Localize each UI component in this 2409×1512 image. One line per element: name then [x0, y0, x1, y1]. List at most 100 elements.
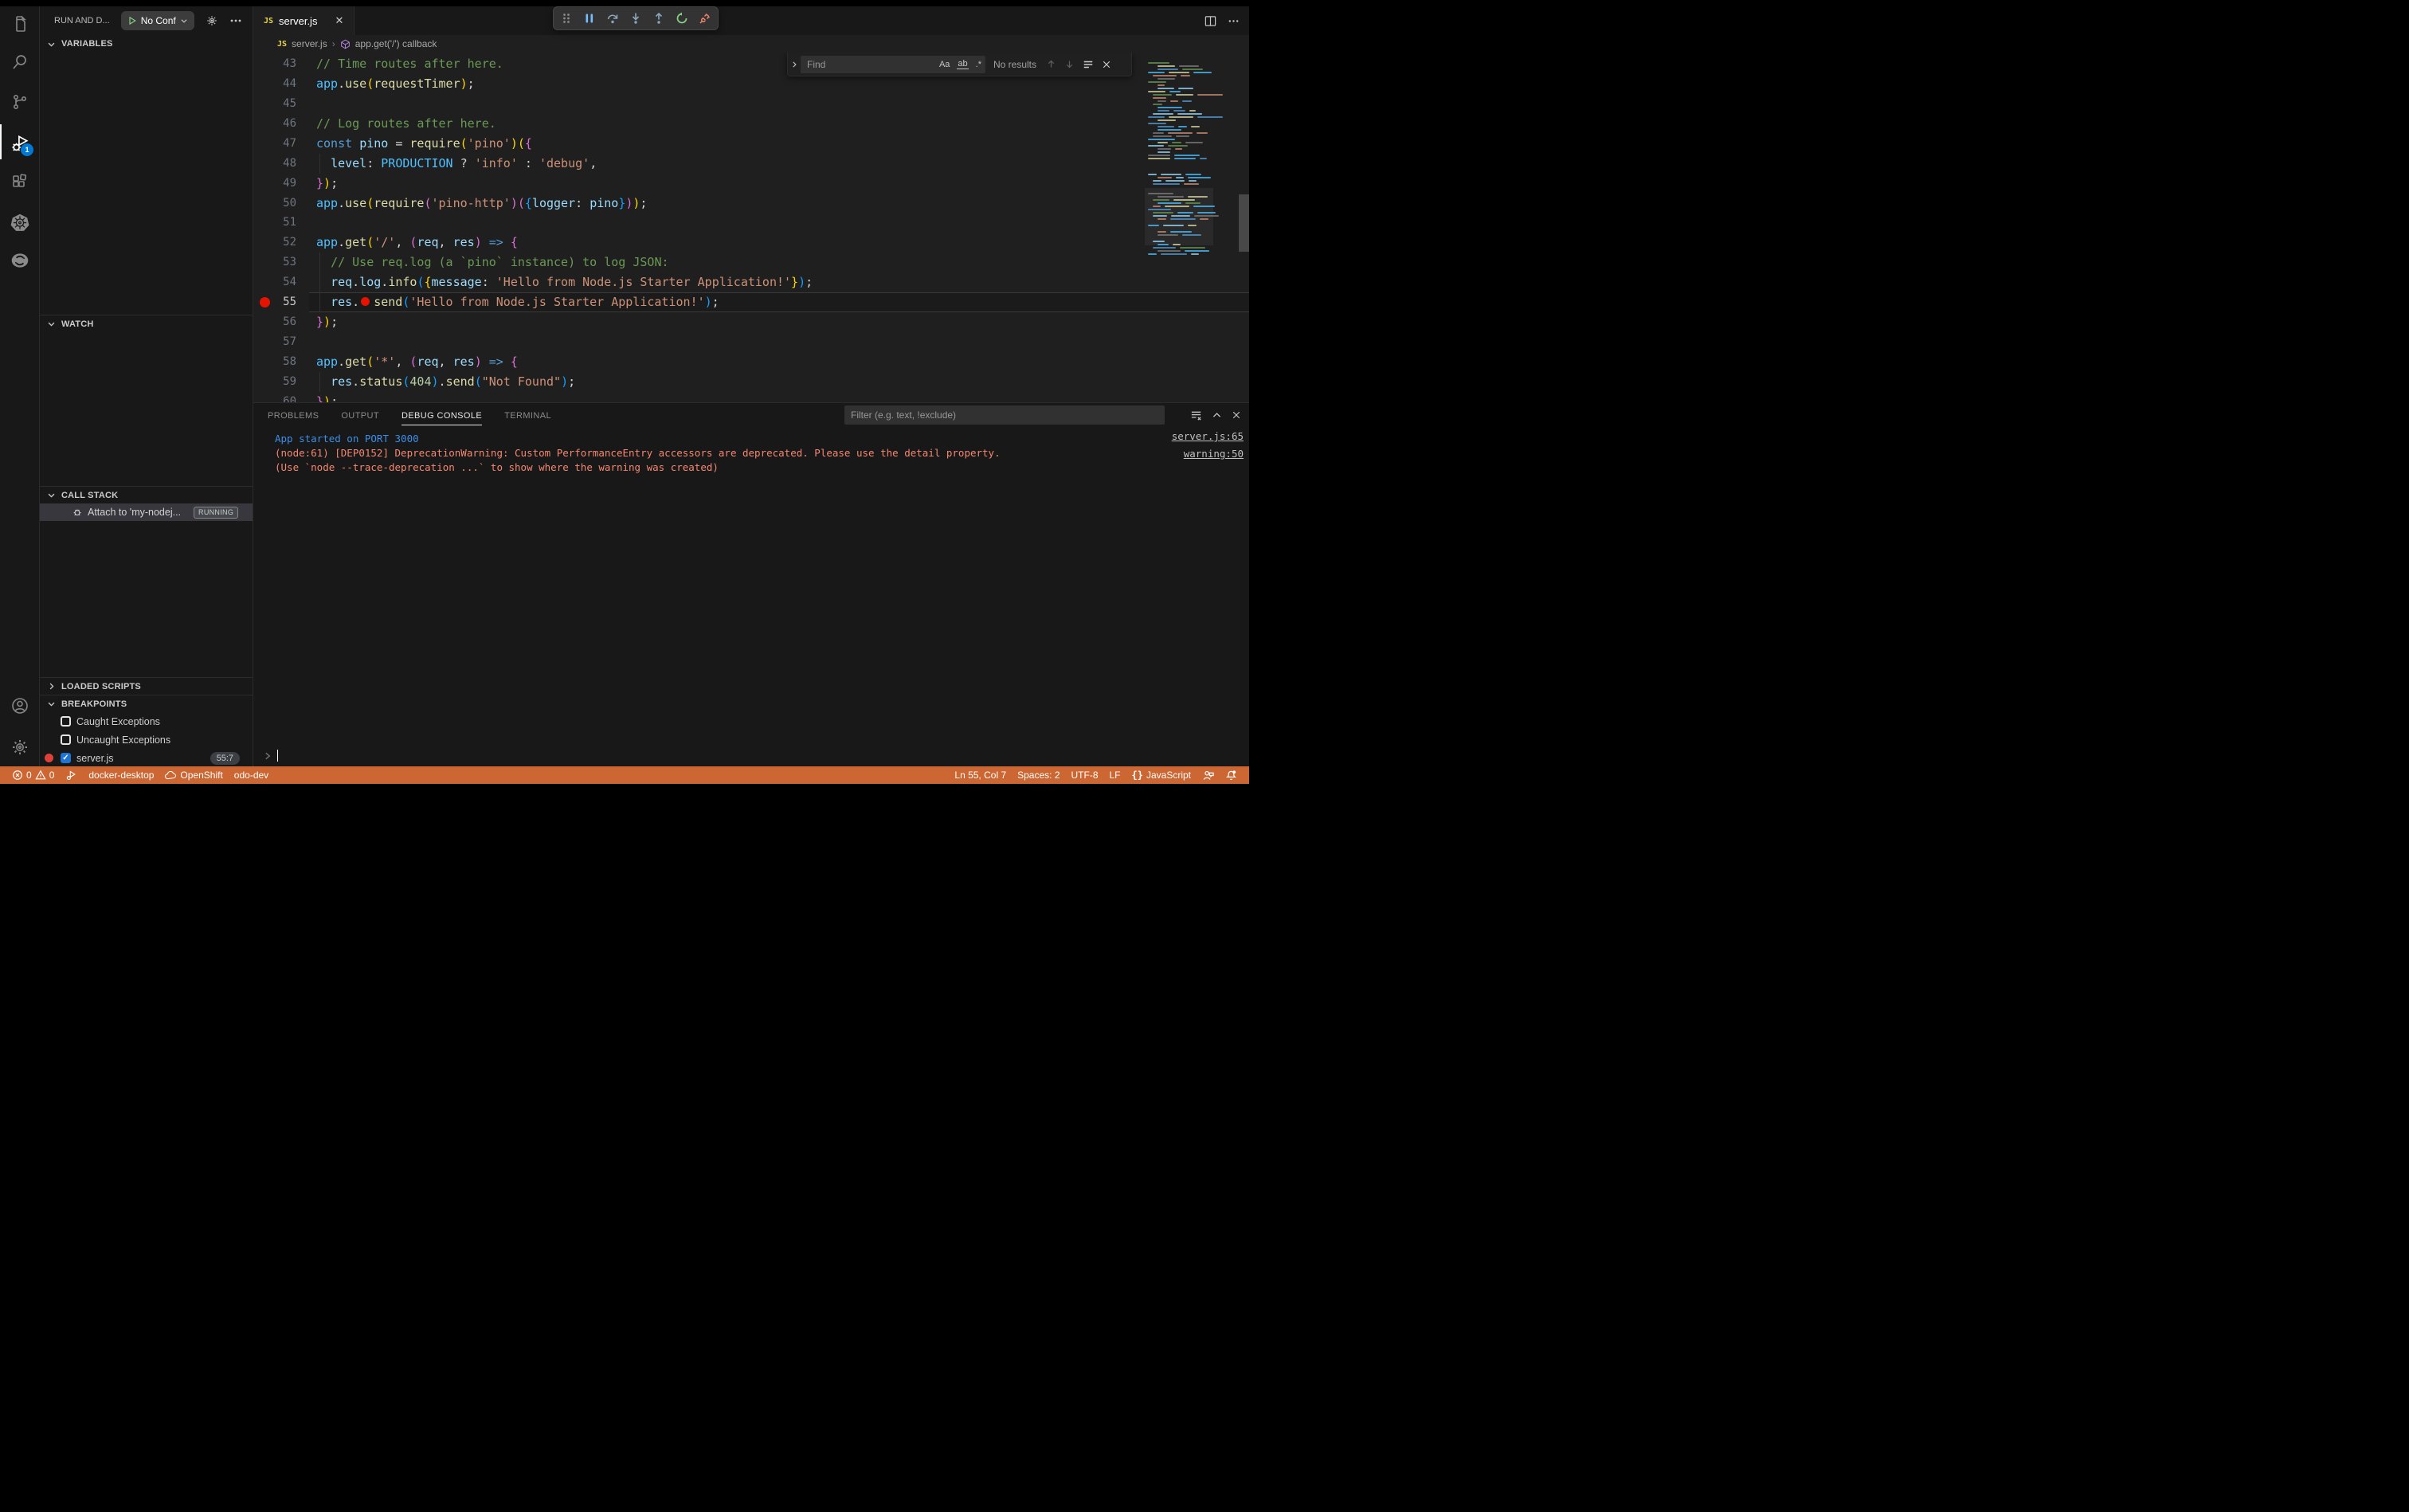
scrollbar-thumb[interactable] [1239, 194, 1249, 252]
line-number[interactable]: 46 [253, 114, 296, 134]
section-loaded-scripts[interactable]: LOADED SCRIPTS [40, 677, 253, 695]
source-link[interactable]: server.js:65 [1172, 430, 1244, 442]
code-editor[interactable]: 43// Time routes after here.44app.use(re… [253, 53, 1249, 402]
step-into-icon[interactable] [628, 10, 644, 26]
odo-status[interactable]: odo-dev [229, 770, 274, 781]
line-number[interactable]: 58 [253, 352, 296, 372]
openshift-status[interactable]: OpenShift [159, 770, 228, 781]
disconnect-icon[interactable] [697, 10, 713, 26]
checkbox-unchecked[interactable] [61, 716, 71, 727]
notifications-status[interactable] [1220, 770, 1243, 781]
section-variables[interactable]: VARIABLES [40, 35, 253, 53]
breakpoint-server-js[interactable]: ✓ server.js 55:7 [40, 749, 253, 766]
tab-terminal[interactable]: TERMINAL [504, 405, 551, 425]
views-more-actions-icon[interactable] [229, 14, 242, 27]
pause-icon[interactable] [582, 10, 597, 26]
line-number[interactable]: 56 [253, 312, 296, 332]
breakpoint-dot-icon [45, 754, 53, 762]
restart-icon[interactable] [674, 10, 690, 26]
line-number[interactable]: 49 [253, 174, 296, 194]
line-number[interactable]: 47 [253, 134, 296, 154]
inline-breakpoint-dot[interactable] [361, 297, 370, 306]
start-debug-icon[interactable] [127, 16, 137, 25]
launch-config-dropdown[interactable]: No Conf [121, 11, 194, 30]
debug-console-output[interactable]: App started on PORT 3000(node:61) [DEP01… [253, 427, 1249, 766]
settings-gear-icon[interactable] [0, 730, 40, 765]
indentation-status[interactable]: Spaces: 2 [1012, 770, 1065, 781]
openshift-serverless-icon[interactable] [0, 243, 40, 278]
encoding-status[interactable]: UTF-8 [1066, 770, 1104, 781]
code-line-59: 59 res.status(404).send("Not Found"); [253, 372, 1249, 392]
tab-close-icon[interactable]: ✕ [331, 13, 347, 29]
docker-context-status[interactable]: docker-desktop [83, 770, 159, 781]
line-number[interactable]: 57 [253, 332, 296, 352]
debug-settings-gear-icon[interactable] [206, 14, 218, 27]
problems-status[interactable]: 0 0 [6, 770, 60, 781]
line-number[interactable]: 52 [253, 233, 296, 253]
search-icon[interactable] [0, 45, 40, 80]
maximize-panel-icon[interactable] [1212, 410, 1222, 421]
checkbox-checked[interactable]: ✓ [61, 753, 71, 763]
breadcrumb-file[interactable]: server.js [292, 38, 327, 49]
regex-icon[interactable]: .* [975, 60, 982, 69]
next-match-icon[interactable] [1064, 59, 1075, 69]
breadcrumb-symbol[interactable]: app.get('/') callback [355, 38, 437, 49]
line-number[interactable]: 45 [253, 94, 296, 114]
line-number[interactable]: 51 [253, 213, 296, 233]
feedback-status[interactable] [1197, 770, 1220, 781]
section-watch[interactable]: WATCH [40, 315, 253, 332]
line-number[interactable]: 43 [253, 54, 296, 74]
split-editor-icon[interactable] [1204, 15, 1216, 27]
tab-server-js[interactable]: JS server.js ✕ [253, 6, 354, 35]
line-number[interactable]: 55 [253, 292, 296, 312]
source-control-icon[interactable] [0, 84, 40, 119]
call-stack-session-row[interactable]: Attach to 'my-nodej... RUNNING [40, 503, 253, 521]
section-breakpoints[interactable]: BREAKPOINTS [40, 695, 253, 712]
step-over-icon[interactable] [605, 10, 621, 26]
console-input[interactable] [263, 750, 278, 762]
code-line-50: 50app.use(require('pino-http')({logger: … [253, 194, 1249, 213]
eol-status[interactable]: LF [1104, 770, 1126, 781]
step-out-icon[interactable] [651, 10, 667, 26]
extensions-icon[interactable] [0, 165, 40, 200]
language-mode-status[interactable]: {} JavaScript [1126, 770, 1197, 781]
match-case-icon[interactable]: Aa [938, 60, 950, 69]
line-number[interactable]: 59 [253, 372, 296, 392]
line-number[interactable]: 50 [253, 194, 296, 213]
breakpoint-caught-exceptions[interactable]: Caught Exceptions [40, 712, 253, 731]
running-badge: RUNNING [194, 507, 238, 519]
cursor-position-status[interactable]: Ln 55, Col 7 [949, 770, 1012, 781]
breakpoint-uncaught-exceptions[interactable]: Uncaught Exceptions [40, 731, 253, 749]
find-in-selection-icon[interactable] [1083, 59, 1094, 70]
previous-match-icon[interactable] [1046, 59, 1056, 69]
line-number[interactable]: 44 [253, 74, 296, 94]
line-number[interactable]: 53 [253, 253, 296, 272]
chevron-down-icon [45, 489, 57, 502]
tab-problems[interactable]: PROBLEMS [268, 405, 319, 425]
debug-session-status[interactable] [60, 770, 83, 781]
whole-word-icon[interactable]: ab [957, 59, 968, 69]
find-expand-chevron-icon[interactable] [788, 53, 801, 76]
line-number[interactable]: 54 [253, 272, 296, 292]
kubernetes-icon[interactable] [0, 205, 40, 240]
toolbar-drag-grip[interactable] [558, 10, 574, 26]
explorer-icon[interactable] [0, 6, 40, 41]
minimap[interactable] [1145, 53, 1213, 402]
console-filter-input[interactable]: Filter (e.g. text, !exclude) [844, 405, 1165, 425]
run-debug-icon[interactable] [0, 126, 40, 161]
close-find-icon[interactable] [1102, 60, 1111, 69]
accounts-icon[interactable] [0, 688, 40, 723]
find-input[interactable]: Find Aa ab .* [801, 56, 985, 73]
section-call-stack[interactable]: CALL STACK [40, 486, 253, 503]
clear-console-icon[interactable] [1190, 409, 1202, 421]
line-number[interactable]: 60 [253, 392, 296, 402]
code-text: }); [316, 392, 338, 402]
tab-debug-console[interactable]: DEBUG CONSOLE [402, 405, 482, 425]
activity-bar: 1 [0, 6, 40, 766]
tab-output[interactable]: OUTPUT [341, 405, 379, 425]
more-actions-icon[interactable] [1228, 15, 1240, 27]
close-panel-icon[interactable] [1232, 410, 1241, 420]
source-link[interactable]: warning:50 [1184, 448, 1244, 460]
line-number[interactable]: 48 [253, 154, 296, 174]
checkbox-unchecked[interactable] [61, 734, 71, 745]
